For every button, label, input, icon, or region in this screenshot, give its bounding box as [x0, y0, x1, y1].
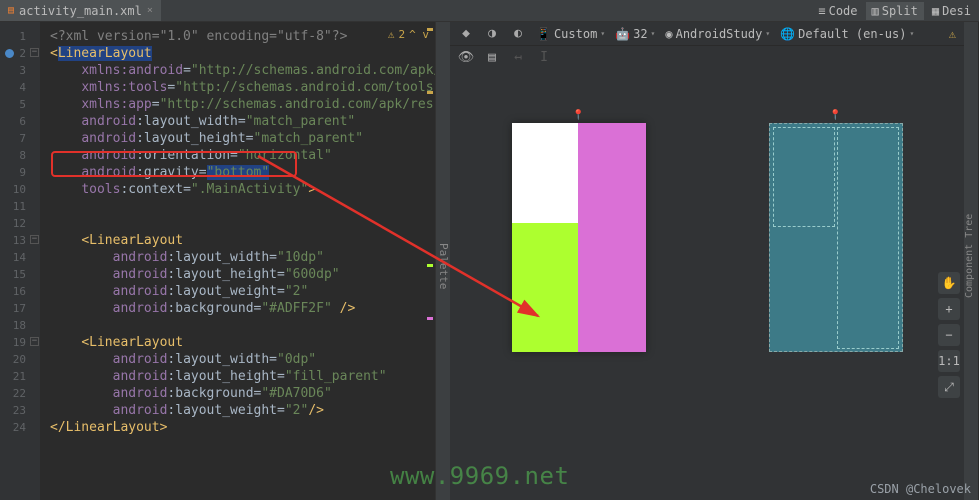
surface-icon[interactable]: ◆: [458, 26, 474, 42]
watermark-credit: CSDN @Chelovek: [870, 482, 971, 496]
theme-dropdown[interactable]: ◉ AndroidStudy: [665, 27, 770, 41]
component-tree-stripe[interactable]: Component Tree: [964, 22, 979, 500]
editor-tab[interactable]: ▤ activity_main.xml ×: [0, 0, 161, 21]
error-stripe[interactable]: [427, 28, 433, 323]
code-editor[interactable]: ⚠ 2 ^ v <?xml version="1.0" encoding="ut…: [40, 22, 435, 500]
preview-child-1[interactable]: [512, 223, 578, 352]
breakpoint-icon[interactable]: [5, 49, 14, 58]
inspection-widget[interactable]: ⚠ 2 ^ v: [388, 28, 429, 41]
pan-tool[interactable]: ✋: [938, 272, 960, 294]
zoom-fit-button[interactable]: 1:1: [938, 350, 960, 372]
expand-button[interactable]: ⤢: [938, 376, 960, 398]
tab-filename: activity_main.xml: [19, 4, 142, 18]
zoom-controls: ✋ + − 1:1 ⤢: [938, 272, 960, 398]
blueprint-surface[interactable]: 📍: [707, 68, 964, 500]
design-device-frame[interactable]: [512, 123, 646, 352]
preview-child-2[interactable]: [578, 123, 646, 352]
blueprint-child-1[interactable]: [773, 127, 835, 227]
pin-icon: 📍: [572, 110, 584, 121]
xml-file-icon: ▤: [8, 5, 14, 16]
line-gutter: 1 −2 3 4 5 6 7 8 9 10 11 12 −13 14 15 16…: [0, 22, 40, 500]
blueprint-child-2[interactable]: [837, 127, 899, 349]
watermark-url: www.9969.net: [390, 462, 569, 490]
close-icon[interactable]: ×: [147, 5, 153, 16]
zoom-out-button[interactable]: −: [938, 324, 960, 346]
fold-icon[interactable]: −: [30, 337, 39, 346]
arrow-left-icon: ↤: [510, 49, 526, 65]
api-dropdown[interactable]: 🤖 32: [615, 27, 655, 41]
locale-dropdown[interactable]: 🌐 Default (en-us): [780, 27, 914, 41]
device-dropdown[interactable]: 📱 Custom: [536, 27, 605, 41]
view-mode-code[interactable]: ≡ Code: [812, 2, 863, 20]
zoom-in-button[interactable]: +: [938, 298, 960, 320]
cursor-icon: I: [536, 49, 552, 65]
grid-icon[interactable]: ▤: [484, 49, 500, 65]
eye-icon[interactable]: 👁: [458, 49, 474, 65]
night-icon[interactable]: ◐: [510, 26, 526, 42]
view-mode-design[interactable]: ▦ Desi: [926, 2, 977, 20]
view-mode-switcher: ≡ Code ▥ Split ▦ Desi: [812, 2, 977, 20]
design-surface[interactable]: 📍: [450, 68, 707, 500]
blueprint-device-frame[interactable]: [769, 123, 903, 352]
view-mode-split[interactable]: ▥ Split: [866, 2, 924, 20]
pin-icon: 📍: [829, 110, 841, 121]
warning-icon[interactable]: ⚠: [949, 27, 956, 41]
palette-panel-stripe[interactable]: Palette: [435, 22, 450, 500]
fold-icon[interactable]: −: [30, 235, 39, 244]
preview-toolbar: ◆ ◑ ◐ 📱 Custom 🤖 32 ◉ AndroidStudy 🌐 Def…: [450, 22, 964, 46]
fold-icon[interactable]: −: [30, 48, 39, 57]
orientation-icon[interactable]: ◑: [484, 26, 500, 42]
layout-preview: ◆ ◑ ◐ 📱 Custom 🤖 32 ◉ AndroidStudy 🌐 Def…: [450, 22, 964, 500]
